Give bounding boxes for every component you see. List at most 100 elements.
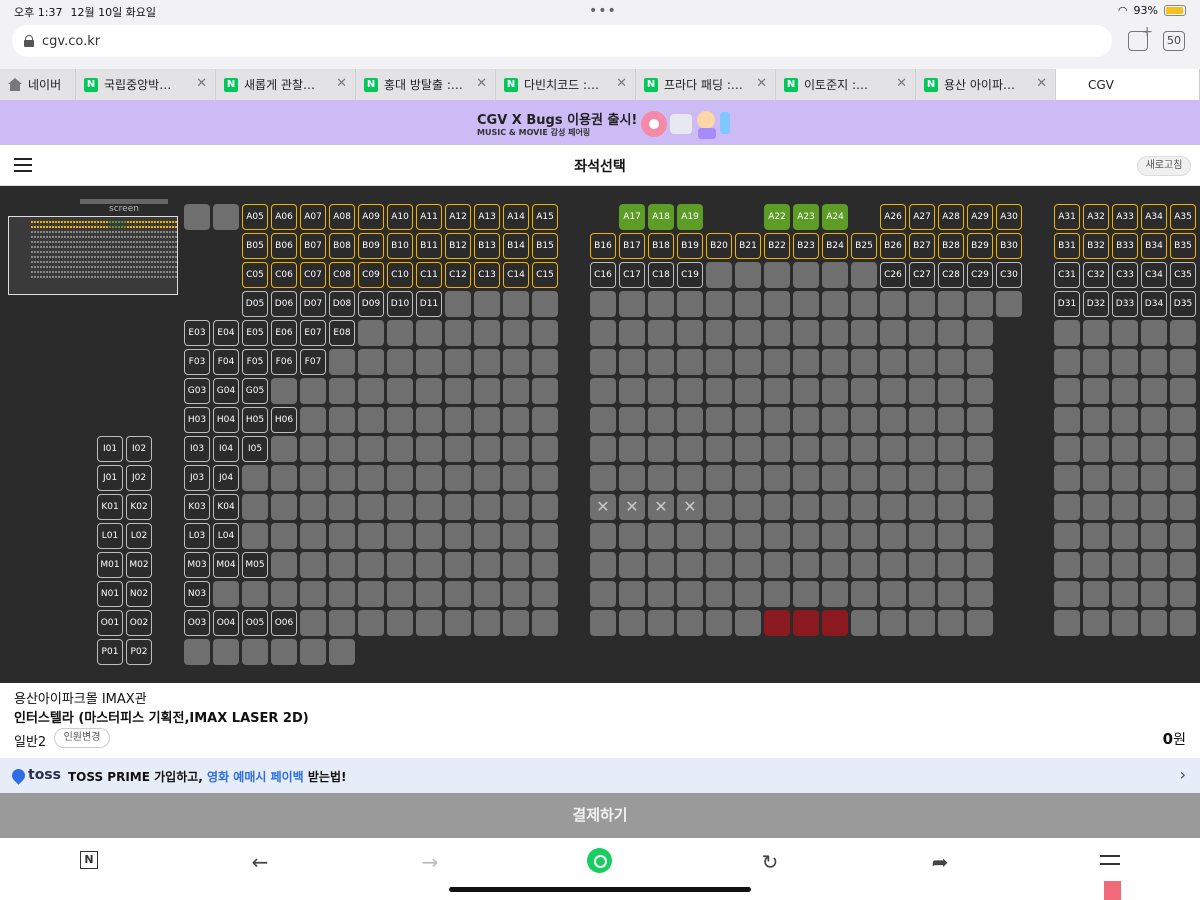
seat[interactable]: E08	[329, 320, 355, 346]
seat[interactable]: C15	[532, 262, 558, 288]
seat[interactable]: C07	[300, 262, 326, 288]
promo-banner[interactable]: CGV X Bugs 이용권 출시! MUSIC & MOVIE 감성 페어링	[0, 100, 1200, 145]
seat[interactable]: A29	[967, 204, 993, 230]
seat[interactable]: B09	[358, 233, 384, 259]
seat[interactable]: O02	[126, 610, 152, 636]
seat[interactable]: O05	[242, 610, 268, 636]
seat[interactable]: B06	[271, 233, 297, 259]
seat[interactable]: B29	[967, 233, 993, 259]
seat[interactable]: F05	[242, 349, 268, 375]
tab-count-button[interactable]: 50	[1163, 31, 1185, 51]
seat[interactable]: A33	[1112, 204, 1138, 230]
seat[interactable]: D33	[1112, 291, 1138, 317]
seat[interactable]: B14	[503, 233, 529, 259]
seat[interactable]: A31	[1054, 204, 1080, 230]
back-arrow-icon[interactable]: ←	[248, 850, 272, 874]
seat[interactable]: C08	[329, 262, 355, 288]
seat[interactable]: C33	[1112, 262, 1138, 288]
seat[interactable]: B12	[445, 233, 471, 259]
seat[interactable]: F07	[300, 349, 326, 375]
seat[interactable]: B24	[822, 233, 848, 259]
seat[interactable]: K02	[126, 494, 152, 520]
seat[interactable]: A06	[271, 204, 297, 230]
seat[interactable]: L01	[97, 523, 123, 549]
seat[interactable]: M04	[213, 552, 239, 578]
new-tab-icon[interactable]: +	[1128, 24, 1153, 51]
green-dot-icon[interactable]	[587, 848, 612, 873]
seat[interactable]: B34	[1141, 233, 1167, 259]
close-icon[interactable]: ✕	[1036, 76, 1047, 91]
seat[interactable]: B27	[909, 233, 935, 259]
seat[interactable]: A35	[1170, 204, 1196, 230]
seat[interactable]: C16	[590, 262, 616, 288]
browser-tab[interactable]: CGV	[1056, 69, 1200, 100]
seat[interactable]: A28	[938, 204, 964, 230]
seat[interactable]: B16	[590, 233, 616, 259]
seat[interactable]: D31	[1054, 291, 1080, 317]
seat[interactable]: B07	[300, 233, 326, 259]
seat[interactable]: B32	[1083, 233, 1109, 259]
seat[interactable]: E04	[213, 320, 239, 346]
seat[interactable]: A07	[300, 204, 326, 230]
seat[interactable]: K04	[213, 494, 239, 520]
seat[interactable]: I05	[242, 436, 268, 462]
browser-tab[interactable]: N 새롭게 관찰… ✕	[216, 69, 356, 100]
seat[interactable]: A10	[387, 204, 413, 230]
menu-lines-icon[interactable]	[1100, 855, 1120, 865]
seat[interactable]: A22	[764, 204, 790, 230]
more-dots-icon[interactable]: •••	[589, 3, 617, 19]
seat[interactable]: I02	[126, 436, 152, 462]
change-people-button[interactable]: 인원변경	[54, 728, 110, 748]
seat[interactable]: C34	[1141, 262, 1167, 288]
seat[interactable]: C35	[1170, 262, 1196, 288]
seat[interactable]: N03	[184, 581, 210, 607]
seat[interactable]: A30	[996, 204, 1022, 230]
seat[interactable]: L04	[213, 523, 239, 549]
seat[interactable]: C12	[445, 262, 471, 288]
minimap[interactable]	[8, 216, 178, 295]
seat[interactable]: G05	[242, 378, 268, 404]
seat[interactable]: A34	[1141, 204, 1167, 230]
seat[interactable]: B19	[677, 233, 703, 259]
seat[interactable]: D05	[242, 291, 268, 317]
seat[interactable]: L03	[184, 523, 210, 549]
seat[interactable]: D11	[416, 291, 442, 317]
browser-tab[interactable]: N 국립중앙박… ✕	[76, 69, 216, 100]
browser-tab[interactable]: N 용산 아이파… ✕	[916, 69, 1056, 100]
seat[interactable]: B21	[735, 233, 761, 259]
seat[interactable]: A19	[677, 204, 703, 230]
browser-tab[interactable]: N 프라다 패딩 :… ✕	[636, 69, 776, 100]
seat[interactable]: E05	[242, 320, 268, 346]
seat[interactable]: B18	[648, 233, 674, 259]
naver-home-icon[interactable]: N	[80, 851, 98, 869]
seat[interactable]: A11	[416, 204, 442, 230]
reload-icon[interactable]: ↻	[758, 850, 782, 874]
browser-tab[interactable]: N 이토준지 :… ✕	[776, 69, 916, 100]
close-icon[interactable]: ✕	[476, 76, 487, 91]
seat[interactable]: A27	[909, 204, 935, 230]
seat[interactable]: C11	[416, 262, 442, 288]
seat[interactable]: A17	[619, 204, 645, 230]
seat[interactable]: J03	[184, 465, 210, 491]
seat[interactable]: C26	[880, 262, 906, 288]
seat[interactable]: D10	[387, 291, 413, 317]
seat[interactable]: J02	[126, 465, 152, 491]
seat[interactable]: F06	[271, 349, 297, 375]
toss-promo-bar[interactable]: toss TOSS PRIME 가입하고, 영화 예매시 페이백 받는법! ›	[0, 758, 1200, 793]
seat[interactable]: M03	[184, 552, 210, 578]
seat[interactable]: N01	[97, 581, 123, 607]
seat[interactable]: E07	[300, 320, 326, 346]
close-icon[interactable]: ✕	[616, 76, 627, 91]
seat[interactable]: D35	[1170, 291, 1196, 317]
seat[interactable]: B26	[880, 233, 906, 259]
seat[interactable]: C17	[619, 262, 645, 288]
seat[interactable]: D06	[271, 291, 297, 317]
seat[interactable]: L02	[126, 523, 152, 549]
seat[interactable]: D09	[358, 291, 384, 317]
seat[interactable]: B11	[416, 233, 442, 259]
seat[interactable]: O06	[271, 610, 297, 636]
seat[interactable]: N02	[126, 581, 152, 607]
seat[interactable]: C30	[996, 262, 1022, 288]
seat[interactable]: H05	[242, 407, 268, 433]
seat[interactable]: C32	[1083, 262, 1109, 288]
